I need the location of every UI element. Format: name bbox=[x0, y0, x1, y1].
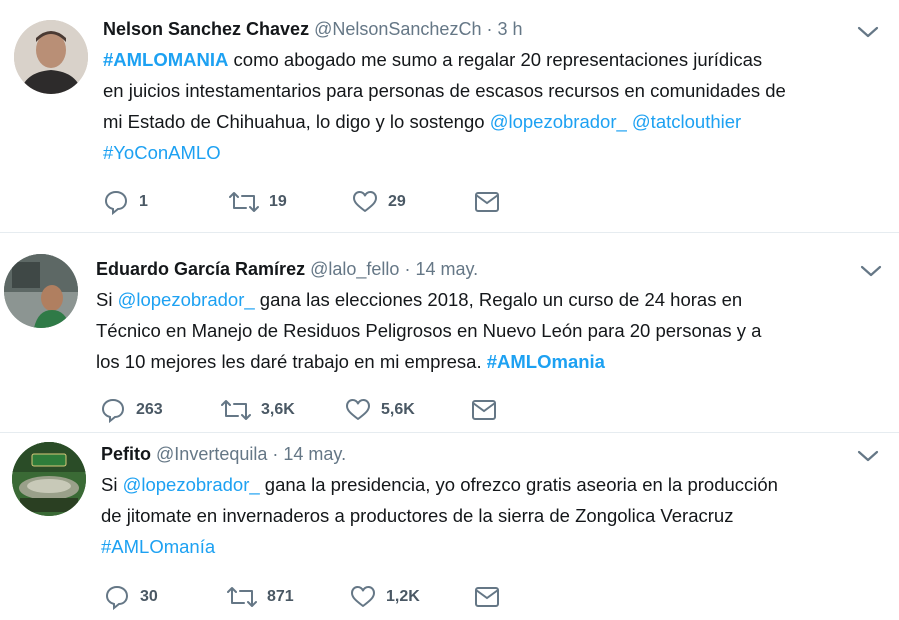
like-count: 29 bbox=[388, 193, 406, 210]
tweet-text-line: #AMLOmanía bbox=[101, 531, 778, 562]
tweet-text-line: #YoConAMLO bbox=[103, 137, 786, 168]
tweet-text-segment: los 10 mejores les daré trabajo en mi em… bbox=[96, 351, 487, 372]
tweet-text-segment: mi Estado de Chihuahua, lo digo y lo sos… bbox=[103, 111, 490, 132]
reply-count: 263 bbox=[136, 401, 163, 418]
reply-count: 30 bbox=[140, 588, 158, 605]
tweet-text-segment: Si bbox=[96, 289, 118, 310]
tweet-text-segment: Técnico en Manejo de Residuos Peligrosos… bbox=[96, 320, 762, 341]
display-name[interactable]: Nelson Sanchez Chavez bbox=[103, 19, 309, 39]
retweet-button[interactable]: 19 bbox=[229, 187, 287, 217]
reply-button[interactable]: 263 bbox=[100, 395, 163, 425]
direct-message-icon bbox=[474, 191, 500, 213]
user-handle[interactable]: @lalo_fello bbox=[310, 259, 399, 279]
direct-message-icon bbox=[474, 586, 500, 608]
chevron-down-icon[interactable] bbox=[857, 25, 879, 39]
user-handle[interactable]: @Invertequila bbox=[156, 444, 267, 464]
retweet-button[interactable]: 3,6K bbox=[221, 395, 295, 425]
retweet-button[interactable]: 871 bbox=[227, 582, 294, 612]
tweet[interactable]: Nelson Sanchez Chavez @NelsonSanchezCh ·… bbox=[0, 0, 899, 228]
hashtag-link[interactable]: #AMLOmanía bbox=[101, 536, 215, 557]
timestamp[interactable]: 14 may. bbox=[283, 444, 346, 464]
retweet-count: 19 bbox=[269, 193, 287, 210]
like-button[interactable]: 1,2K bbox=[350, 582, 420, 612]
tweet[interactable]: Pefito @Invertequila · 14 may. Si @lopez… bbox=[0, 432, 899, 620]
like-button[interactable]: 5,6K bbox=[345, 395, 415, 425]
meta-separator: · bbox=[404, 259, 411, 279]
avatar[interactable] bbox=[12, 442, 86, 516]
like-count: 1,2K bbox=[386, 588, 420, 605]
tweet-text-line: Si @lopezobrador_ gana la presidencia, y… bbox=[101, 469, 778, 500]
tweet-text-segment: en juicios intestamentarios para persona… bbox=[103, 80, 786, 101]
like-icon bbox=[352, 190, 378, 214]
like-button[interactable]: 29 bbox=[352, 187, 406, 217]
direct-message-icon bbox=[471, 399, 497, 421]
tweet-text-line: de jitomate en invernaderos a productore… bbox=[101, 500, 778, 531]
reply-count: 1 bbox=[139, 193, 148, 210]
meta-separator: · bbox=[272, 444, 279, 464]
chevron-down-icon[interactable] bbox=[860, 264, 882, 278]
display-name[interactable]: Eduardo García Ramírez bbox=[96, 259, 305, 279]
tweet-text-line: mi Estado de Chihuahua, lo digo y lo sos… bbox=[103, 106, 786, 137]
retweet-count: 3,6K bbox=[261, 401, 295, 418]
avatar[interactable] bbox=[4, 254, 78, 328]
reply-button[interactable]: 1 bbox=[103, 187, 148, 217]
like-count: 5,6K bbox=[381, 401, 415, 418]
tweet-text-segment: gana la presidencia, yo ofrezco gratis a… bbox=[259, 474, 778, 495]
tweet-text-segment: gana las elecciones 2018, Regalo un curs… bbox=[254, 289, 743, 310]
hashtag-link[interactable]: #AMLOmania bbox=[487, 351, 605, 372]
tweet-text-segment: de jitomate en invernaderos a productore… bbox=[101, 505, 734, 526]
tweet-actions: 263 3,6K 5,6K bbox=[100, 395, 520, 425]
retweet-icon bbox=[229, 189, 259, 215]
tweet-text-line: en juicios intestamentarios para persona… bbox=[103, 75, 786, 106]
tweet-divider bbox=[0, 232, 899, 233]
retweet-icon bbox=[221, 397, 251, 423]
tweet-text: Si @lopezobrador_ gana la presidencia, y… bbox=[101, 469, 778, 562]
tweet-text: Si @lopezobrador_ gana las elecciones 20… bbox=[96, 284, 761, 377]
mention-link[interactable]: @lopezobrador_ bbox=[123, 474, 260, 495]
tweet-text-line: Técnico en Manejo de Residuos Peligrosos… bbox=[96, 315, 761, 346]
display-name[interactable]: Pefito bbox=[101, 444, 151, 464]
tweet-text: #AMLOMANIA como abogado me sumo a regala… bbox=[103, 44, 786, 168]
meta-separator: · bbox=[486, 19, 493, 39]
tweet-text-line: Si @lopezobrador_ gana las elecciones 20… bbox=[96, 284, 761, 315]
like-icon bbox=[350, 585, 376, 609]
timestamp[interactable]: 3 h bbox=[498, 19, 523, 39]
hashtag-link[interactable]: #YoConAMLO bbox=[103, 142, 221, 163]
retweet-count: 871 bbox=[267, 588, 294, 605]
tweet-actions: 30 871 1,2K bbox=[104, 582, 524, 612]
like-icon bbox=[345, 398, 371, 422]
mention-link[interactable]: @tatclouthier bbox=[632, 111, 741, 132]
tweet-text-segment: como abogado me sumo a regalar 20 repres… bbox=[228, 49, 763, 70]
reply-icon bbox=[103, 189, 129, 215]
tweet-text-line: #AMLOMANIA como abogado me sumo a regala… bbox=[103, 44, 786, 75]
reply-button[interactable]: 30 bbox=[104, 582, 158, 612]
tweet-text-segment: Si bbox=[101, 474, 123, 495]
timestamp[interactable]: 14 may. bbox=[415, 259, 478, 279]
tweet[interactable]: Eduardo García Ramírez @lalo_fello · 14 … bbox=[0, 236, 899, 432]
retweet-icon bbox=[227, 584, 257, 610]
user-handle[interactable]: @NelsonSanchezCh bbox=[314, 19, 481, 39]
chevron-down-icon[interactable] bbox=[857, 449, 879, 463]
reply-icon bbox=[100, 397, 126, 423]
mention-link[interactable]: @lopezobrador_ bbox=[118, 289, 255, 310]
direct-message-button[interactable] bbox=[474, 187, 500, 217]
mention-link[interactable]: @lopezobrador_ bbox=[490, 111, 627, 132]
direct-message-button[interactable] bbox=[474, 582, 500, 612]
direct-message-button[interactable] bbox=[471, 395, 497, 425]
reply-icon bbox=[104, 584, 130, 610]
hashtag-link[interactable]: #AMLOMANIA bbox=[103, 49, 228, 70]
avatar[interactable] bbox=[14, 20, 88, 94]
tweet-actions: 1 19 29 bbox=[103, 187, 523, 217]
tweet-text-line: los 10 mejores les daré trabajo en mi em… bbox=[96, 346, 761, 377]
